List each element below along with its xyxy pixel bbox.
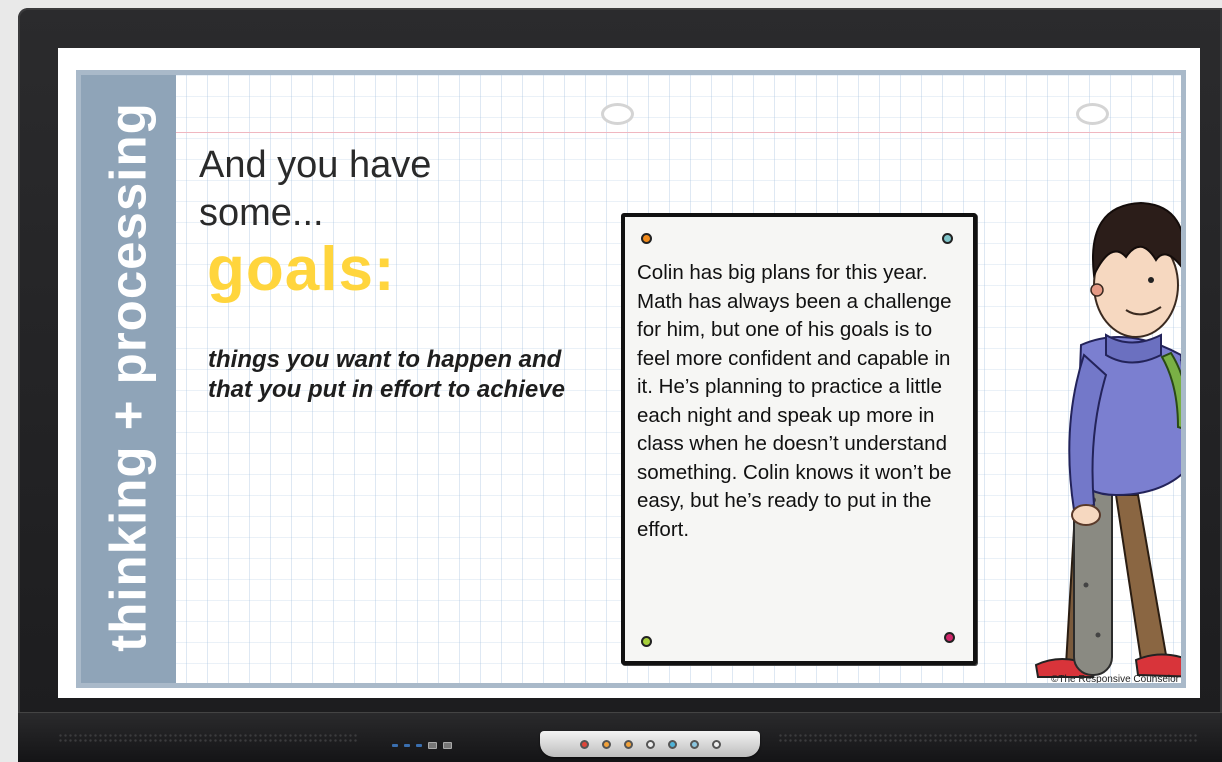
control-strip [540,731,760,757]
goals-definition: things you want to happen and that you p… [208,346,565,403]
volume-down-icon[interactable] [667,739,677,749]
input-icon[interactable] [623,739,633,749]
binder-hole [1076,103,1109,125]
heading-line-2: some... [199,192,324,234]
pin-teal-icon [942,233,953,244]
pin-green-icon [641,636,652,647]
binder-hole [601,103,634,125]
volume-up-icon[interactable] [689,739,699,749]
display-screen: thinking + processing And you have some.… [58,48,1200,698]
usb-c-port-icon [404,744,410,747]
usb-port-icon [428,742,437,749]
slide-sidebar: thinking + processing [81,75,176,683]
story-text: Colin has big plans for this year. Math … [637,261,952,541]
menu-icon[interactable] [711,739,721,749]
usb-c-port-icon [392,744,398,747]
heading-line-1: And you have [199,144,432,186]
copyright-text: ©The Responsive Counselor [1051,674,1179,685]
pin-magenta-icon [944,632,955,643]
port-panel [392,742,452,749]
speaker-grille [778,733,1198,743]
home-icon[interactable] [601,739,611,749]
speaker-grille [58,733,358,743]
display-bottom-bar [18,712,1222,762]
keyword-goals: goals: [207,235,396,304]
slide-heading: And you have some... [199,141,431,237]
notebook-margin-line [176,132,1181,133]
boy-with-skateboard-icon [1034,201,1181,678]
power-icon[interactable] [579,739,589,749]
settings-icon[interactable] [645,739,655,749]
hdmi-port-icon [443,742,452,749]
pin-orange-icon [641,233,652,244]
sidebar-title: thinking + processing [99,102,157,652]
usb-c-port-icon [416,744,422,747]
story-card: Colin has big plans for this year. Math … [621,213,977,665]
slide: thinking + processing And you have some.… [76,70,1186,688]
